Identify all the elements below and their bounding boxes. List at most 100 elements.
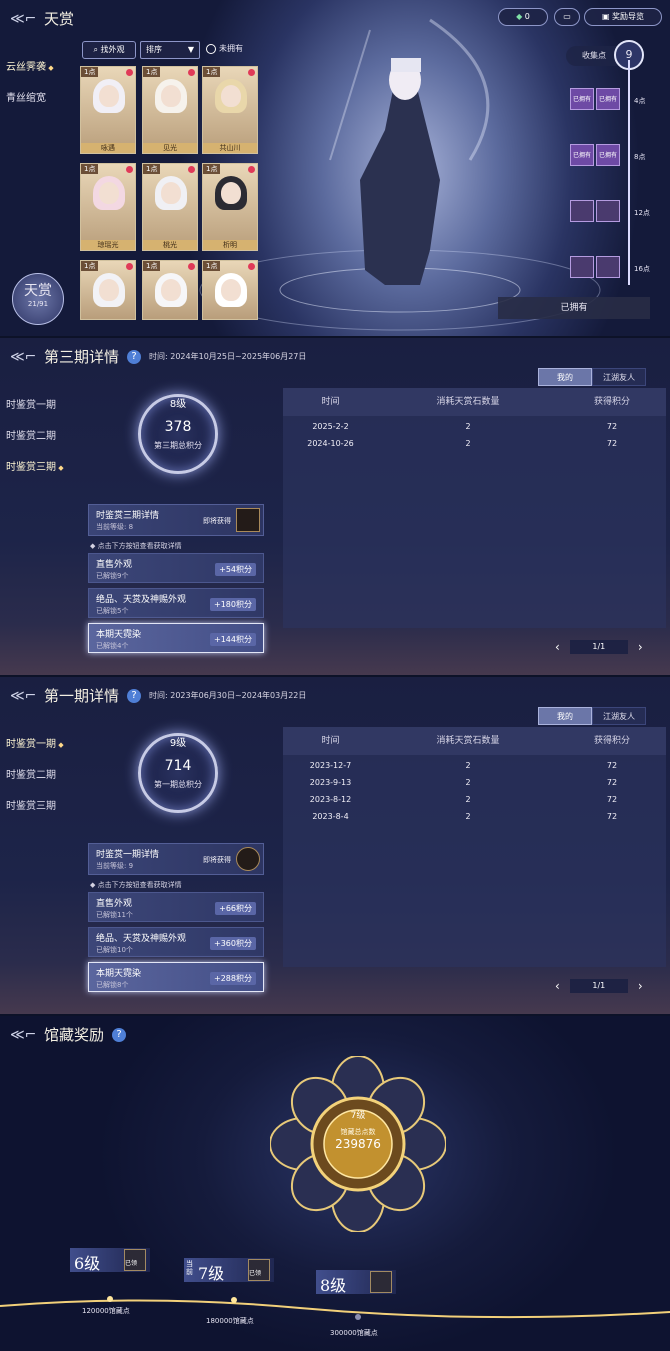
outfit-name: 析明: [203, 240, 257, 250]
period-detail-card[interactable]: 时鉴赏三期详情 当前等级: 8 即将获得: [88, 504, 264, 536]
chevron-right-icon[interactable]: ›: [638, 979, 643, 993]
card-direct-sale[interactable]: 直售外观 已解锁9个 +54积分: [88, 553, 264, 583]
card-dye[interactable]: 本期天霓染 已解锁4个 +144积分: [88, 623, 264, 653]
nav-period-three[interactable]: 时鉴赏三期: [6, 452, 64, 483]
table-cell: 2023-12-7: [309, 761, 352, 770]
help-icon[interactable]: ?: [127, 688, 142, 703]
face-art: [99, 182, 119, 204]
card-title: 绝品、天赏及神赐外观: [96, 934, 187, 944]
card-premium[interactable]: 绝品、天赏及神赐外观 已解锁5个 +180积分: [88, 588, 264, 618]
outfit-tile[interactable]: 1点: [142, 260, 198, 320]
outfit-tile[interactable]: 1点 共山川: [202, 66, 258, 154]
table-cell: 2: [465, 778, 471, 787]
chevron-left-icon[interactable]: ‹: [555, 640, 560, 654]
cart-button[interactable]: ▭: [554, 8, 580, 26]
outfit-name: 桃光: [143, 240, 197, 250]
help-icon[interactable]: ?: [127, 349, 142, 364]
cost-badge: 1点: [81, 164, 99, 174]
sort-dropdown[interactable]: 排序 ▼: [140, 41, 200, 59]
heart-icon[interactable]: [126, 166, 133, 173]
outfit-tile[interactable]: 1点: [80, 260, 136, 320]
tab-mine[interactable]: 我的: [538, 368, 592, 386]
level-label: 7级: [198, 1264, 225, 1283]
table-cell: 72: [606, 761, 618, 770]
nav-period-two[interactable]: 时鉴赏二期: [6, 421, 64, 452]
tab-mine[interactable]: 我的: [538, 707, 592, 725]
outfit-tile[interactable]: 1点 咏遇: [80, 66, 136, 154]
milestone-reward[interactable]: 已拥有 已拥有: [570, 144, 620, 166]
chevron-down-icon: ▼: [187, 45, 194, 54]
nav-period-two[interactable]: 时鉴赏二期: [6, 760, 64, 791]
chevron-right-icon[interactable]: ›: [638, 640, 643, 654]
heart-icon[interactable]: [188, 69, 195, 76]
table-cell: 2: [465, 422, 471, 431]
tab-friends[interactable]: 江湖友人: [592, 707, 646, 725]
tab-friends[interactable]: 江湖友人: [592, 368, 646, 386]
table-cell: 72: [606, 422, 618, 431]
category-qingsi[interactable]: 青丝绾宽: [6, 83, 54, 114]
search-icon: ⌕: [93, 45, 98, 54]
nav-period-three[interactable]: 时鉴赏三期: [6, 791, 64, 822]
heart-icon[interactable]: [248, 69, 255, 76]
detail-title: 时鉴赏三期详情: [96, 511, 160, 521]
checkbox-icon[interactable]: [206, 43, 216, 54]
table-header: 时间 消耗天赏石数量 获得积分: [283, 388, 666, 416]
current-prefix: 当前: [186, 1260, 193, 1276]
help-icon[interactable]: ?: [112, 1027, 127, 1042]
owned-button[interactable]: 已拥有: [498, 297, 650, 319]
category-list: 云丝霁袭 青丝绾宽: [6, 52, 54, 114]
back-icon[interactable]: ≪⌐: [10, 1026, 36, 1044]
reward-guide-button[interactable]: ▣ 奖励导览: [584, 8, 662, 26]
outfit-name: 见光: [143, 143, 197, 153]
back-icon[interactable]: ≪⌐: [10, 348, 36, 366]
cost-badge: 1点: [81, 261, 99, 271]
level-eight-bar[interactable]: 8级: [316, 1270, 396, 1295]
table-row: 2023-12-7 2 72: [283, 757, 666, 774]
reward-item-icon: 已领: [248, 1259, 270, 1281]
back-icon[interactable]: ≪⌐: [10, 687, 36, 705]
detail-level: 当前等级: 9: [96, 862, 134, 870]
claimed-tag: 已领: [125, 1260, 138, 1267]
category-yunsi[interactable]: 云丝霁袭: [6, 52, 54, 83]
milestone-label: 4点: [634, 97, 646, 105]
card-dye[interactable]: 本期天霓染 已解锁8个 +288积分: [88, 962, 264, 992]
heart-icon[interactable]: [248, 263, 255, 270]
level-seven-bar[interactable]: 当前 7级 已领: [184, 1258, 274, 1283]
level-six-bar[interactable]: 6级 已领: [70, 1248, 150, 1273]
card-points: +288积分: [210, 972, 256, 985]
table-cell: 2024-10-26: [307, 439, 354, 448]
table-cell: 72: [606, 812, 618, 821]
heart-icon[interactable]: [126, 69, 133, 76]
tianshang-badge[interactable]: 天赏 21/91: [12, 273, 64, 325]
nav-period-one[interactable]: 时鉴赏一期: [6, 390, 64, 421]
outfit-tile[interactable]: 1点 琼瑶光: [80, 163, 136, 251]
milestone-reward[interactable]: [570, 256, 620, 278]
nav-period-one[interactable]: 时鉴赏一期: [6, 729, 64, 760]
hint-label: 点击下方按钮查看获取详情: [97, 881, 182, 889]
chevron-left-icon[interactable]: ‹: [555, 979, 560, 993]
card-premium[interactable]: 绝品、天赏及神赐外观 已解锁10个 +360积分: [88, 927, 264, 957]
heart-icon[interactable]: [188, 166, 195, 173]
outfit-tile[interactable]: 1点 桃光: [142, 163, 198, 251]
find-look-label: 找外观: [100, 45, 125, 54]
outfit-tile[interactable]: 1点: [202, 260, 258, 320]
back-icon[interactable]: ≪⌐: [10, 10, 36, 28]
table-cell: 72: [606, 439, 618, 448]
score-value: 378: [164, 419, 192, 435]
card-sub: 已解锁8个: [96, 981, 129, 989]
milestone-reward[interactable]: [570, 200, 620, 222]
not-owned-filter[interactable]: 未拥有: [206, 43, 243, 54]
card-title: 直售外观: [96, 560, 133, 570]
outfit-tile[interactable]: 1点 析明: [202, 163, 258, 251]
header: ≪⌐ 天赏: [10, 8, 74, 29]
reward-item-icon: 已领: [124, 1249, 146, 1271]
card-direct-sale[interactable]: 直售外观 已解锁11个 +66积分: [88, 892, 264, 922]
heart-icon[interactable]: [248, 166, 255, 173]
table-row: 2025-2-2 2 72: [283, 418, 666, 435]
find-look-button[interactable]: ⌕ 找外观: [82, 41, 136, 59]
heart-icon[interactable]: [126, 263, 133, 270]
outfit-tile[interactable]: 1点 见光: [142, 66, 198, 154]
heart-icon[interactable]: [188, 263, 195, 270]
period-detail-card[interactable]: 时鉴赏一期详情 当前等级: 9 即将获得: [88, 843, 264, 875]
milestone-reward[interactable]: 已拥有 已拥有: [570, 88, 620, 110]
